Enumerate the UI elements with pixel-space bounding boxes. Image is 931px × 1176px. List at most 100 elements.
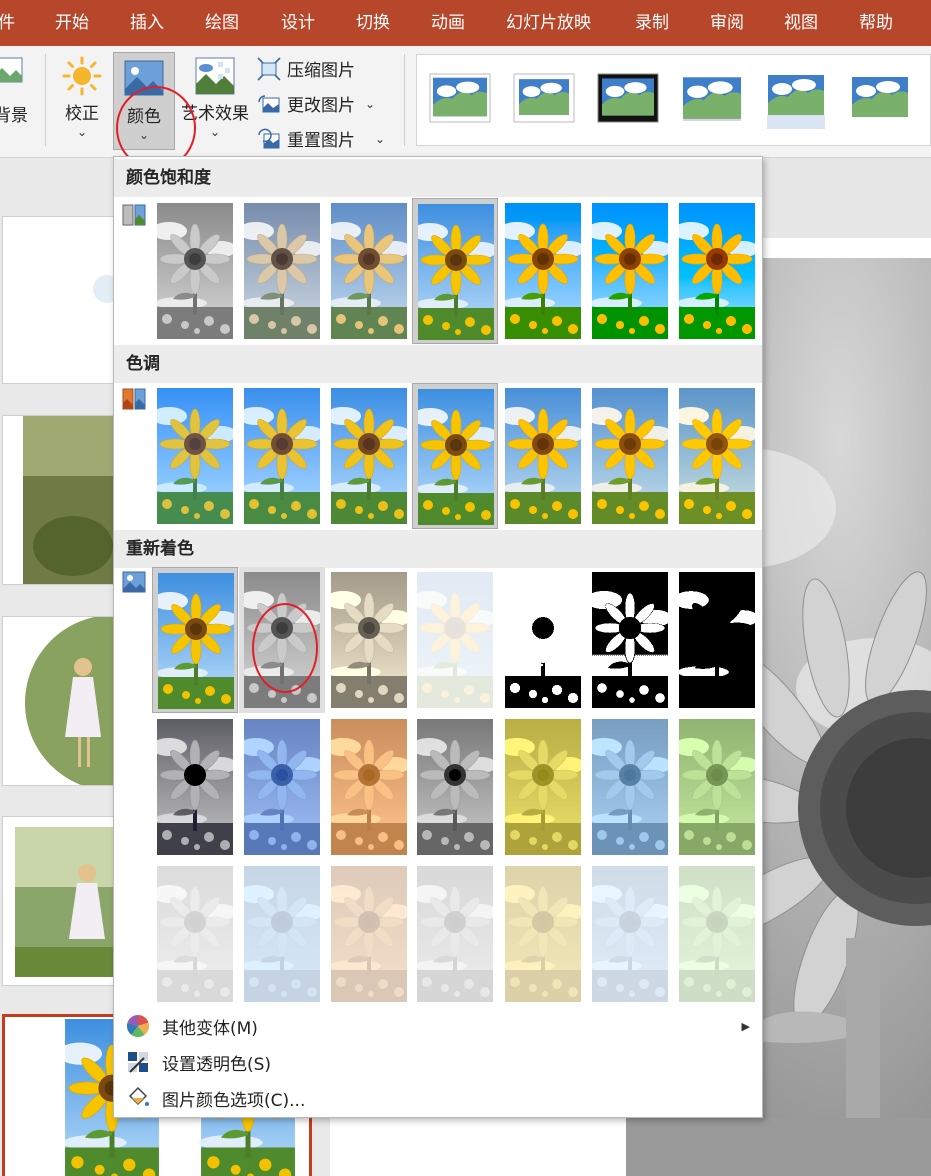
recolor-bw-50[interactable]: [587, 567, 673, 713]
tone-warm-1[interactable]: [500, 383, 586, 529]
saturation-icon: [122, 204, 146, 226]
tone-warm-3[interactable]: [674, 383, 760, 529]
tab-draw[interactable]: 绘图: [205, 12, 239, 34]
recolor-light-gray[interactable]: [152, 861, 238, 1007]
annotation-circle: [252, 603, 318, 693]
recolor-light-blue[interactable]: [239, 861, 325, 1007]
sunflower-thumb: [244, 719, 320, 855]
picture-style-thumb[interactable]: [429, 73, 491, 123]
recolor-bw-25[interactable]: [500, 567, 586, 713]
sunflower-thumb: [417, 866, 493, 1002]
recolor-dark-blue-2[interactable]: [587, 714, 673, 860]
section-header-recolor: 重新着色: [114, 530, 762, 568]
tone-cool-3[interactable]: [152, 383, 238, 529]
ribbon-separator: [45, 54, 46, 146]
set-transparent-color-icon: [128, 1052, 148, 1073]
slide-thumbnail[interactable]: [2, 816, 120, 986]
section-header-tone: 色调: [114, 345, 762, 383]
compress-pictures-button[interactable]: 压缩图片: [257, 56, 355, 81]
recolor-dark-yellow[interactable]: [500, 714, 586, 860]
picture-style-thumb[interactable]: [597, 73, 659, 123]
tone-icon: [122, 388, 146, 410]
sunflower-thumb: [157, 203, 233, 339]
tab-record[interactable]: 录制: [635, 12, 669, 34]
more-variants-menu-item[interactable]: 其他变体(M) ▶: [114, 1008, 762, 1044]
reset-picture-button[interactable]: 重置图片 ⌄: [257, 126, 385, 151]
tab-insert[interactable]: 插入: [130, 12, 164, 34]
sunflower-thumb: [417, 719, 493, 855]
sunflower-thumb: [679, 203, 755, 339]
reset-picture-icon: [258, 128, 280, 148]
sunflower-thumb: [592, 866, 668, 1002]
recolor-bw-75[interactable]: [674, 567, 760, 713]
tab-animations[interactable]: 动画: [431, 12, 465, 34]
tab-home[interactable]: 开始: [55, 12, 89, 34]
artistic-effects-icon: [195, 57, 235, 95]
picture-style-thumb[interactable]: [681, 73, 743, 123]
sunflower-thumb: [592, 388, 668, 524]
slide-thumbnail[interactable]: [2, 216, 120, 384]
sunflower-thumb: [505, 203, 581, 339]
sunflower-thumb: [417, 572, 493, 708]
recolor-light-orange[interactable]: [326, 861, 412, 1007]
tone-neutral[interactable]: [412, 383, 498, 529]
picture-style-thumb[interactable]: [849, 73, 911, 123]
recolor-sepia[interactable]: [326, 567, 412, 713]
recolor-light-blue-2[interactable]: [587, 861, 673, 1007]
section-header-saturation: 颜色饱和度: [114, 159, 762, 197]
recolor-dark-gray-2[interactable]: [412, 714, 498, 860]
picture-style-thumb[interactable]: [513, 73, 575, 123]
recolor-light-yellow[interactable]: [500, 861, 586, 1007]
sunflower-thumb: [244, 203, 320, 339]
sunflower-thumb: [505, 866, 581, 1002]
saturation-166[interactable]: [587, 198, 673, 344]
recolor-light-gray-2[interactable]: [412, 861, 498, 1007]
saturation-200[interactable]: [674, 198, 760, 344]
change-picture-button[interactable]: 更改图片 ⌄: [257, 91, 375, 116]
saturation-100[interactable]: [412, 198, 498, 344]
paint-bucket-icon: [128, 1086, 149, 1106]
recolor-dark-blue[interactable]: [239, 714, 325, 860]
sunflower-thumb: [331, 866, 407, 1002]
tone-cool-2[interactable]: [239, 383, 325, 529]
saturation-33[interactable]: [239, 198, 325, 344]
sunflower-thumb: [331, 203, 407, 339]
chevron-down-icon: ⌄: [365, 96, 376, 111]
sunflower-thumb: [592, 719, 668, 855]
change-picture-icon: [258, 94, 280, 112]
remove-background-button[interactable]: 背景: [0, 54, 36, 127]
sunflower-thumb: [505, 388, 581, 524]
picture-color-options-menu-item[interactable]: 图片颜色选项(C)...: [114, 1080, 762, 1116]
set-transparent-color-menu-item[interactable]: 设置透明色(S): [114, 1044, 762, 1080]
sunflower-thumb: [592, 572, 668, 708]
slide-thumbnail[interactable]: [2, 616, 120, 786]
picture-styles-gallery: [416, 54, 931, 146]
tab-view[interactable]: 视图: [784, 12, 818, 34]
recolor-dark-gray[interactable]: [152, 714, 238, 860]
saturation-66[interactable]: [326, 198, 412, 344]
saturation-0[interactable]: [152, 198, 238, 344]
slide-preview: [93, 275, 119, 303]
corrections-button[interactable]: 校正 ⌄: [56, 54, 108, 139]
sunflower-thumb: [679, 388, 755, 524]
slide-thumbnail[interactable]: [2, 415, 120, 585]
tab-design[interactable]: 设计: [281, 12, 315, 34]
tab-review[interactable]: 审阅: [710, 12, 744, 34]
tab-transitions[interactable]: 切换: [356, 12, 390, 34]
compress-icon: [257, 56, 281, 81]
tab-help[interactable]: 帮助: [859, 12, 893, 34]
remove-background-icon: [0, 57, 23, 83]
saturation-133[interactable]: [500, 198, 586, 344]
picture-style-thumb[interactable]: [765, 73, 827, 131]
recolor-no-recolor[interactable]: [152, 567, 238, 713]
recolor-dark-orange[interactable]: [326, 714, 412, 860]
tab-file[interactable]: 件: [0, 12, 15, 34]
sunflower-thumb: [505, 719, 581, 855]
recolor-dark-green[interactable]: [674, 714, 760, 860]
tone-cool-1[interactable]: [326, 383, 412, 529]
tone-warm-2[interactable]: [587, 383, 673, 529]
sunflower-thumb: [244, 388, 320, 524]
tab-slideshow[interactable]: 幻灯片放映: [506, 12, 591, 34]
recolor-washout[interactable]: [412, 567, 498, 713]
recolor-light-green[interactable]: [674, 861, 760, 1007]
